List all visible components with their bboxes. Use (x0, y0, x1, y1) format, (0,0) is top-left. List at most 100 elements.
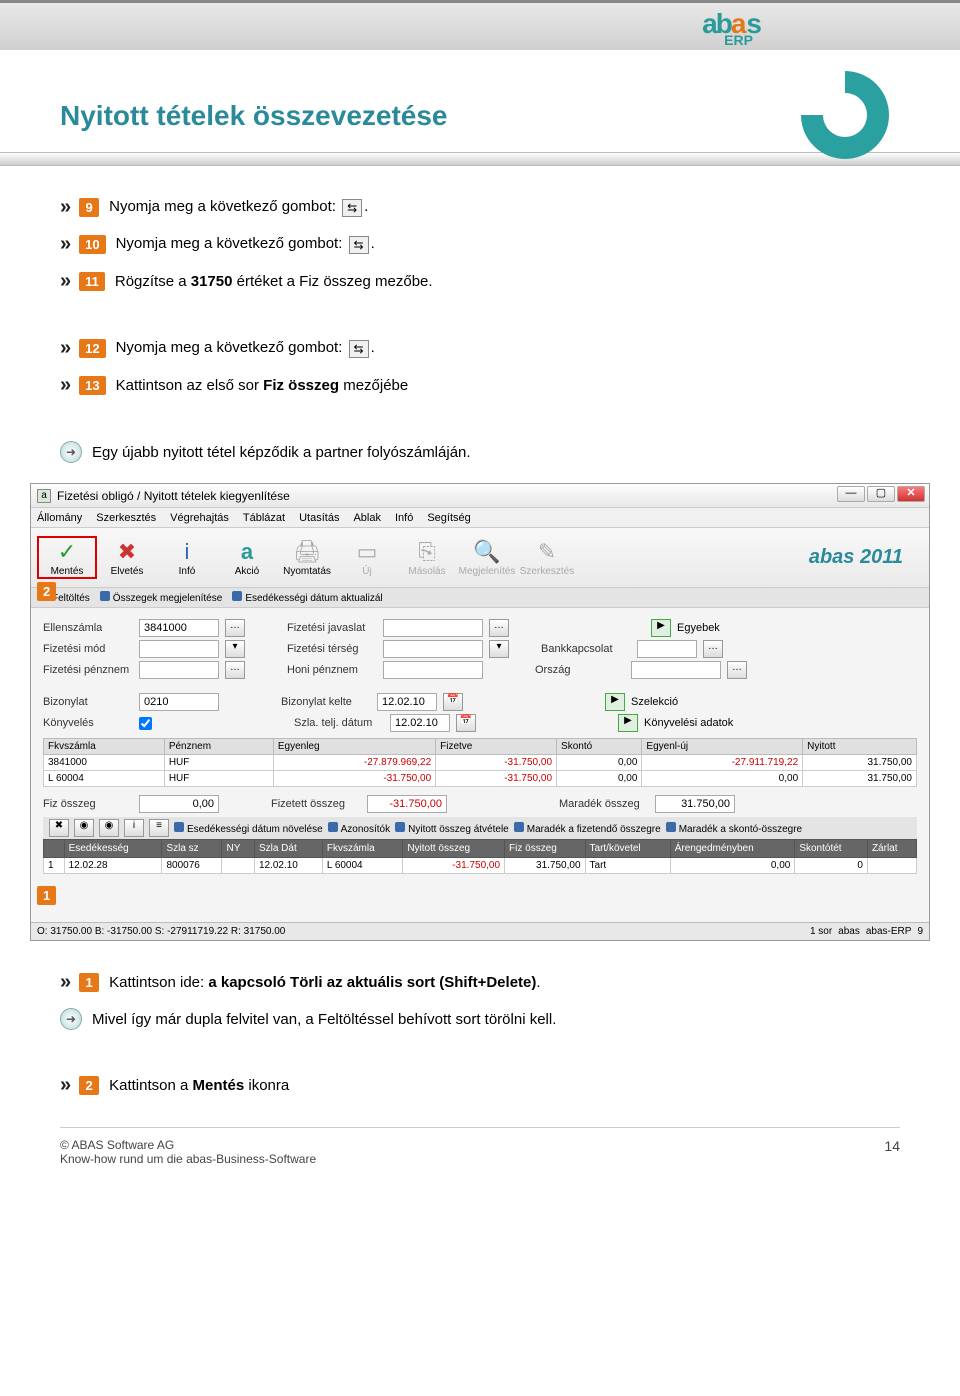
konyvadatok-button[interactable]: ▶ (618, 714, 638, 732)
field-orszag[interactable] (631, 661, 721, 679)
status-product: abas-ERP (866, 926, 912, 937)
table-row[interactable]: L 60004 HUF -31.750,00 -31.750,00 0,00 0… (44, 771, 917, 787)
lookup-icon[interactable]: … (727, 661, 747, 679)
step-9-text: Nyomja meg a következő gombot: ⇆. (109, 198, 900, 216)
row-tool-icon[interactable]: i (124, 819, 144, 837)
abas-logo-a1: a (702, 8, 716, 40)
discard-button[interactable]: ✖Elvetés (97, 538, 157, 577)
lookup-icon[interactable]: … (703, 640, 723, 658)
field-ellenszamla[interactable] (139, 619, 219, 637)
menu-utasitas[interactable]: Utasítás (299, 512, 339, 524)
label-fizterseg: Fizetési térség (287, 643, 377, 655)
row-action-esedek[interactable]: Esedékességi dátum növelése (174, 822, 323, 835)
status-user: abas (838, 926, 860, 937)
info-button[interactable]: iInfó (157, 538, 217, 577)
print-button[interactable]: 🖨Nyomtatás (277, 538, 337, 577)
date-icon[interactable]: 📅 (443, 693, 463, 711)
field-bizkelte[interactable] (377, 693, 437, 711)
row-tool-icon[interactable]: ◉ (74, 819, 94, 837)
egyebek-button[interactable]: ▶ (651, 619, 671, 637)
menu-vegrehajtas[interactable]: Végrehajtás (170, 512, 229, 524)
lookup-icon[interactable]: … (225, 661, 245, 679)
field-szlatelj[interactable] (390, 714, 450, 732)
osszegek-toggle[interactable]: Összegek megjelenítése (100, 591, 223, 604)
save-button[interactable]: ✓Mentés (37, 536, 97, 579)
label-egyebek[interactable]: Egyebek (677, 622, 720, 634)
field-fizetett (367, 795, 447, 813)
window-title: Fizetési obligó / Nyitott tételek kiegye… (57, 489, 923, 503)
label-fizpenznem: Fizetési pénznem (43, 664, 133, 676)
view-button[interactable]: 🔍Megjelenítés (457, 538, 517, 577)
menu-tablazat[interactable]: Táblázat (243, 512, 285, 524)
field-bizonylat[interactable] (139, 693, 219, 711)
col-skonto: Skontó (557, 739, 642, 755)
note-2-text: Mivel így már dupla felvitel van, a Felt… (92, 1011, 900, 1028)
close-button[interactable]: ✕ (897, 486, 925, 502)
menu-szerkesztes[interactable]: Szerkesztés (96, 512, 156, 524)
lookup-icon[interactable]: … (225, 619, 245, 637)
field-fizpenznem[interactable] (139, 661, 219, 679)
step-13-badge: 13 (79, 376, 105, 395)
step-12-text: Nyomja meg a következő gombot: ⇆. (116, 339, 900, 357)
step-b1-badge: 1 (79, 973, 99, 992)
col-egyenluj: Egyenl-új (642, 739, 803, 755)
label-orszag: Ország (535, 664, 625, 676)
edit-button[interactable]: ✎Szerkesztés (517, 538, 577, 577)
step-10-text: Nyomja meg a következő gombot: ⇆. (116, 235, 900, 253)
step-13-text: Kattintson az első sor Fiz összeg mezőjé… (116, 377, 900, 394)
step-9-badge: 9 (79, 198, 99, 217)
row-tool-icon[interactable]: ◉ (99, 819, 119, 837)
field-fizossz[interactable] (139, 795, 219, 813)
step-11-text: Rögzítse a 31750 értéket a Fiz összeg me… (115, 273, 900, 290)
tab-button-icon[interactable]: ⇆ (349, 340, 369, 358)
abas-badge-icon (790, 60, 900, 170)
tab-button-icon[interactable]: ⇆ (342, 199, 362, 217)
step-b2-badge: 2 (79, 1076, 99, 1095)
abas-logo: a b a s ERP (702, 8, 760, 48)
label-szelekcio[interactable]: Szelekció (631, 696, 678, 708)
field-fizmod[interactable] (139, 640, 219, 658)
label-fizossz: Fiz összeg (43, 798, 133, 810)
chevron-icon: » (60, 233, 71, 256)
table-row[interactable]: 1 12.02.28 800076 12.02.10 L 60004 -31.7… (44, 858, 917, 874)
delete-row-button[interactable]: ✖ (49, 819, 69, 837)
date-icon[interactable]: 📅 (456, 714, 476, 732)
step-b2-text: Kattintson a Mentés ikonra (109, 1077, 900, 1094)
esedek-toggle[interactable]: Esedékességi dátum aktualizál (232, 591, 382, 604)
step-10-badge: 10 (79, 235, 105, 254)
menu-ablak[interactable]: Ablak (353, 512, 381, 524)
field-fizjavaslat[interactable] (383, 619, 483, 637)
callout-2-badge: 2 (37, 582, 56, 601)
label-honipenznem: Honi pénznem (287, 664, 377, 676)
status-values: O: 31750.00 B: -31750.00 S: -27911719.22… (37, 926, 285, 937)
szelekcio-button[interactable]: ▶ (605, 693, 625, 711)
label-fizetett: Fizetett összeg (271, 798, 361, 810)
row-action-maradeksk[interactable]: Maradék a skontó-összegre (666, 822, 802, 835)
menu-info[interactable]: Infó (395, 512, 413, 524)
label-konyveles: Könyvelés (43, 717, 133, 729)
field-bankkapcs[interactable] (637, 640, 697, 658)
tab-button-icon[interactable]: ⇆ (349, 236, 369, 254)
minimize-button[interactable]: — (837, 486, 865, 502)
table-row[interactable]: 3841000 HUF -27.879.969,22 -31.750,00 0,… (44, 755, 917, 771)
dropdown-icon[interactable]: ▾ (489, 640, 509, 658)
app-window: 2 1 a Fizetési obligó / Nyitott tételek … (30, 483, 930, 941)
lookup-icon[interactable]: … (489, 619, 509, 637)
field-fizterseg[interactable] (383, 640, 483, 658)
field-honipenznem[interactable] (383, 661, 483, 679)
row-action-azon[interactable]: Azonosítók (328, 822, 390, 835)
action-button[interactable]: aAkció (217, 538, 277, 577)
row-action-nyitott[interactable]: Nyitott összeg átvétele (395, 822, 509, 835)
label-konyvadatok[interactable]: Könyvelési adatok (644, 717, 733, 729)
new-button[interactable]: ▭Új (337, 538, 397, 577)
note-icon: ➜ (60, 1008, 82, 1030)
menu-segitseg[interactable]: Segítség (427, 512, 470, 524)
row-action-maradekfiz[interactable]: Maradék a fizetendő összegre (514, 822, 661, 835)
maximize-button[interactable]: ▢ (867, 486, 895, 502)
row-tool-icon[interactable]: ≡ (149, 819, 169, 837)
menu-allomany[interactable]: Állomány (37, 512, 82, 524)
copy-button[interactable]: ⎘Másolás (397, 538, 457, 577)
checkbox-konyveles[interactable] (139, 717, 152, 730)
dropdown-icon[interactable]: ▾ (225, 640, 245, 658)
status-rowcount: 1 sor (810, 926, 832, 937)
